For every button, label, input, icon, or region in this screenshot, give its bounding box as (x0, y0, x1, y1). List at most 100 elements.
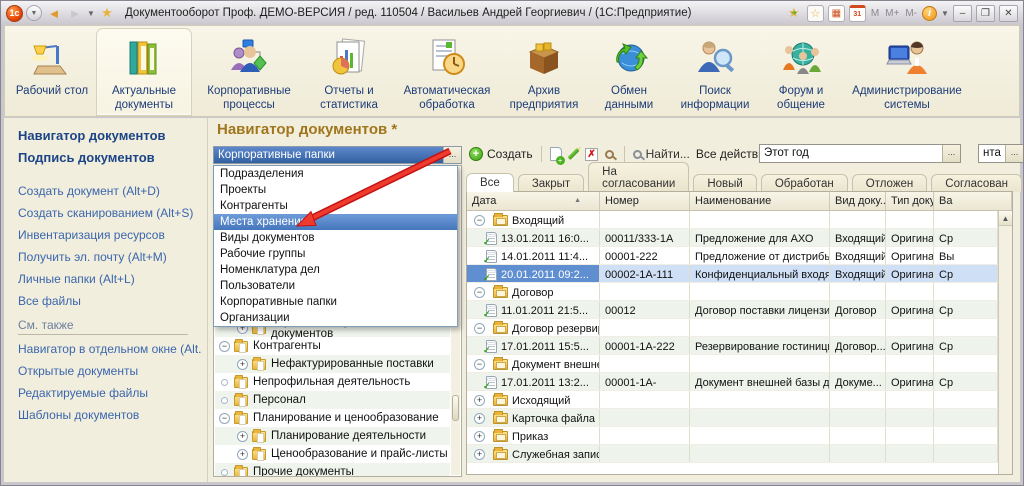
column-header-number[interactable]: Номер (600, 192, 690, 210)
table-scrollbar[interactable]: ▲ (998, 211, 1012, 474)
partial-browse-button[interactable]: ... (1005, 145, 1023, 162)
maximize-button[interactable]: ❐ (976, 5, 995, 22)
collapse-icon[interactable] (474, 215, 485, 226)
add-favorite-icon[interactable]: ★ (785, 4, 803, 22)
table-row[interactable]: 14.01.2011 11:4... 00001-222 Предложение… (467, 247, 998, 265)
table-group-row[interactable]: Входящий (467, 211, 998, 229)
tree-item[interactable]: Нефактурированные поставки (215, 355, 450, 373)
table-row[interactable]: 17.01.2011 13:2... 00001-1А- Документ вн… (467, 373, 998, 391)
sidebar-item-navigator-separate-window[interactable]: Навигатор в отдельном окне (Alt... (18, 342, 201, 356)
sidebar-item-document-templates[interactable]: Шаблоны документов (18, 408, 201, 422)
table-group-row[interactable]: Приказ (467, 427, 998, 445)
collapse-icon[interactable] (474, 287, 485, 298)
memory-m-button[interactable]: M (870, 8, 880, 19)
ribbon-tab-administration[interactable]: Администрирование системы (844, 28, 970, 116)
tree-item[interactable]: Планирование и ценообразование (215, 409, 450, 427)
set-search-icon[interactable] (601, 145, 619, 163)
tab-on-approval[interactable]: На согласовании (588, 162, 689, 192)
ribbon-tab-data-exchange[interactable]: Обмен данными (589, 28, 669, 116)
column-header-kind[interactable]: Вид доку... (830, 192, 886, 210)
sidebar-item-open-documents[interactable]: Открытые документы (18, 364, 201, 378)
expand-icon[interactable] (474, 413, 485, 424)
tree-item[interactable]: Персонал (215, 391, 450, 409)
info-icon[interactable]: i (922, 6, 937, 21)
ribbon-tab-search[interactable]: Поиск информации (672, 28, 758, 116)
table-group-row[interactable]: Служебная записка (467, 445, 998, 463)
new-document-icon[interactable] (547, 145, 565, 163)
memory-m-minus-button[interactable]: M- (904, 8, 918, 19)
table-row[interactable]: 13.01.2011 16:0... 00011/333-1А Предложе… (467, 229, 998, 247)
tree-item[interactable]: Прочие документы (215, 463, 450, 477)
delete-icon[interactable]: ✗ (583, 145, 601, 163)
collapse-icon[interactable] (474, 323, 485, 334)
edit-pencil-icon[interactable] (565, 145, 583, 163)
dropdown-item[interactable]: Контрагенты (214, 198, 457, 214)
sidebar-item-resource-inventory[interactable]: Инвентаризация ресурсов (18, 228, 201, 242)
tree-item[interactable]: Ценообразование и прайс-листы (215, 445, 450, 463)
table-row[interactable]: 17.01.2011 15:5... 00001-1А-222 Резервир… (467, 337, 998, 355)
dropdown-item[interactable]: Проекты (214, 182, 457, 198)
ribbon-tab-reports[interactable]: Отчеты и статистика (306, 28, 392, 116)
find-button[interactable]: Найти... (630, 145, 693, 163)
period-browse-button[interactable]: ... (942, 145, 960, 162)
dropdown-item[interactable]: Номенклатура дел (214, 262, 457, 278)
tab-new[interactable]: Новый (693, 174, 757, 192)
sidebar-item-all-files[interactable]: Все файлы (18, 294, 201, 308)
calculator-icon[interactable]: ▦ (828, 5, 845, 22)
table-group-row[interactable]: Договор резервиро... (467, 319, 998, 337)
column-header-type[interactable]: Тип доку... (886, 192, 934, 210)
folder-type-combobox[interactable]: Корпоративные папки ... (213, 146, 462, 164)
favorites-star-icon[interactable]: ★ (98, 4, 116, 22)
table-group-row[interactable]: Исходящий (467, 391, 998, 409)
ribbon-tab-forum[interactable]: Форум и общение (761, 28, 841, 116)
ribbon-tab-auto-processing[interactable]: Автоматическая обработка (395, 28, 499, 116)
close-button[interactable]: ✕ (999, 5, 1018, 22)
main-menu-dropdown-icon[interactable]: ▼ (26, 5, 42, 21)
sidebar-item-create-by-scan[interactable]: Создать сканированием (Alt+S) (18, 206, 201, 220)
table-row[interactable]: 11.01.2011 21:5... 00012 Договор поставк… (467, 301, 998, 319)
tab-closed[interactable]: Закрыт (518, 174, 584, 192)
dropdown-item[interactable]: Рабочие группы (214, 246, 457, 262)
minimize-button[interactable]: – (953, 5, 972, 22)
info-caret-icon[interactable]: ▼ (941, 4, 949, 22)
table-group-row[interactable]: Карточка файла (467, 409, 998, 427)
ribbon-tab-archive[interactable]: Архив предприятия (502, 28, 586, 116)
expand-icon[interactable] (474, 431, 485, 442)
expand-icon[interactable] (237, 431, 248, 442)
tab-all[interactable]: Все (466, 173, 514, 192)
forward-icon[interactable]: ► (66, 4, 84, 22)
table-row-selected[interactable]: 20.01.2011 09:2... 00002-1А-111 Конфиден… (467, 265, 998, 283)
tree-item[interactable]: Планирование деятельности (215, 427, 450, 445)
back-icon[interactable]: ◄ (45, 4, 63, 22)
table-group-row[interactable]: Договор (467, 283, 998, 301)
dropdown-item[interactable]: Пользователи (214, 278, 457, 294)
dropdown-item-selected[interactable]: Места хранения (214, 214, 457, 230)
ribbon-tab-corporate-processes[interactable]: Корпоративные процессы (195, 28, 303, 116)
tab-postponed[interactable]: Отложен (852, 174, 928, 192)
dropdown-item[interactable]: Виды документов (214, 230, 457, 246)
partial-filter-field[interactable]: нта ... (978, 144, 1024, 163)
expand-icon[interactable] (474, 395, 485, 406)
dropdown-item[interactable]: Корпоративные папки (214, 294, 457, 310)
sidebar-item-get-email[interactable]: Получить эл. почту (Alt+M) (18, 250, 201, 264)
history-caret-icon[interactable]: ▼ (87, 4, 95, 22)
dropdown-item[interactable]: Организации (214, 310, 457, 326)
create-button[interactable]: + Создать (466, 145, 536, 163)
calendar-icon[interactable]: 31 (849, 5, 866, 22)
dropdown-item[interactable]: Подразделения (214, 166, 457, 182)
scroll-up-icon[interactable]: ▲ (999, 211, 1012, 226)
column-header-name[interactable]: Наименование (690, 192, 830, 210)
sidebar-item-personal-folders[interactable]: Личные папки (Alt+L) (18, 272, 201, 286)
ribbon-tab-current-documents[interactable]: Актуальные документы (96, 28, 192, 116)
table-group-row[interactable]: Документ внешней ... (467, 355, 998, 373)
collapse-icon[interactable] (474, 359, 485, 370)
tree-item[interactable]: Непрофильная деятельность (215, 373, 450, 391)
tab-processed[interactable]: Обработан (761, 174, 848, 192)
sidebar-item-create-document[interactable]: Создать документ (Alt+D) (18, 184, 201, 198)
period-filter-field[interactable]: Этот год ... (759, 144, 961, 163)
sidebar-item-document-navigator[interactable]: Навигатор документов (18, 128, 201, 143)
expand-icon[interactable] (474, 449, 485, 460)
expand-icon[interactable] (237, 449, 248, 460)
tree-scrollbar-thumb[interactable] (452, 395, 459, 421)
sidebar-item-document-signing[interactable]: Подпись документов (18, 150, 201, 165)
